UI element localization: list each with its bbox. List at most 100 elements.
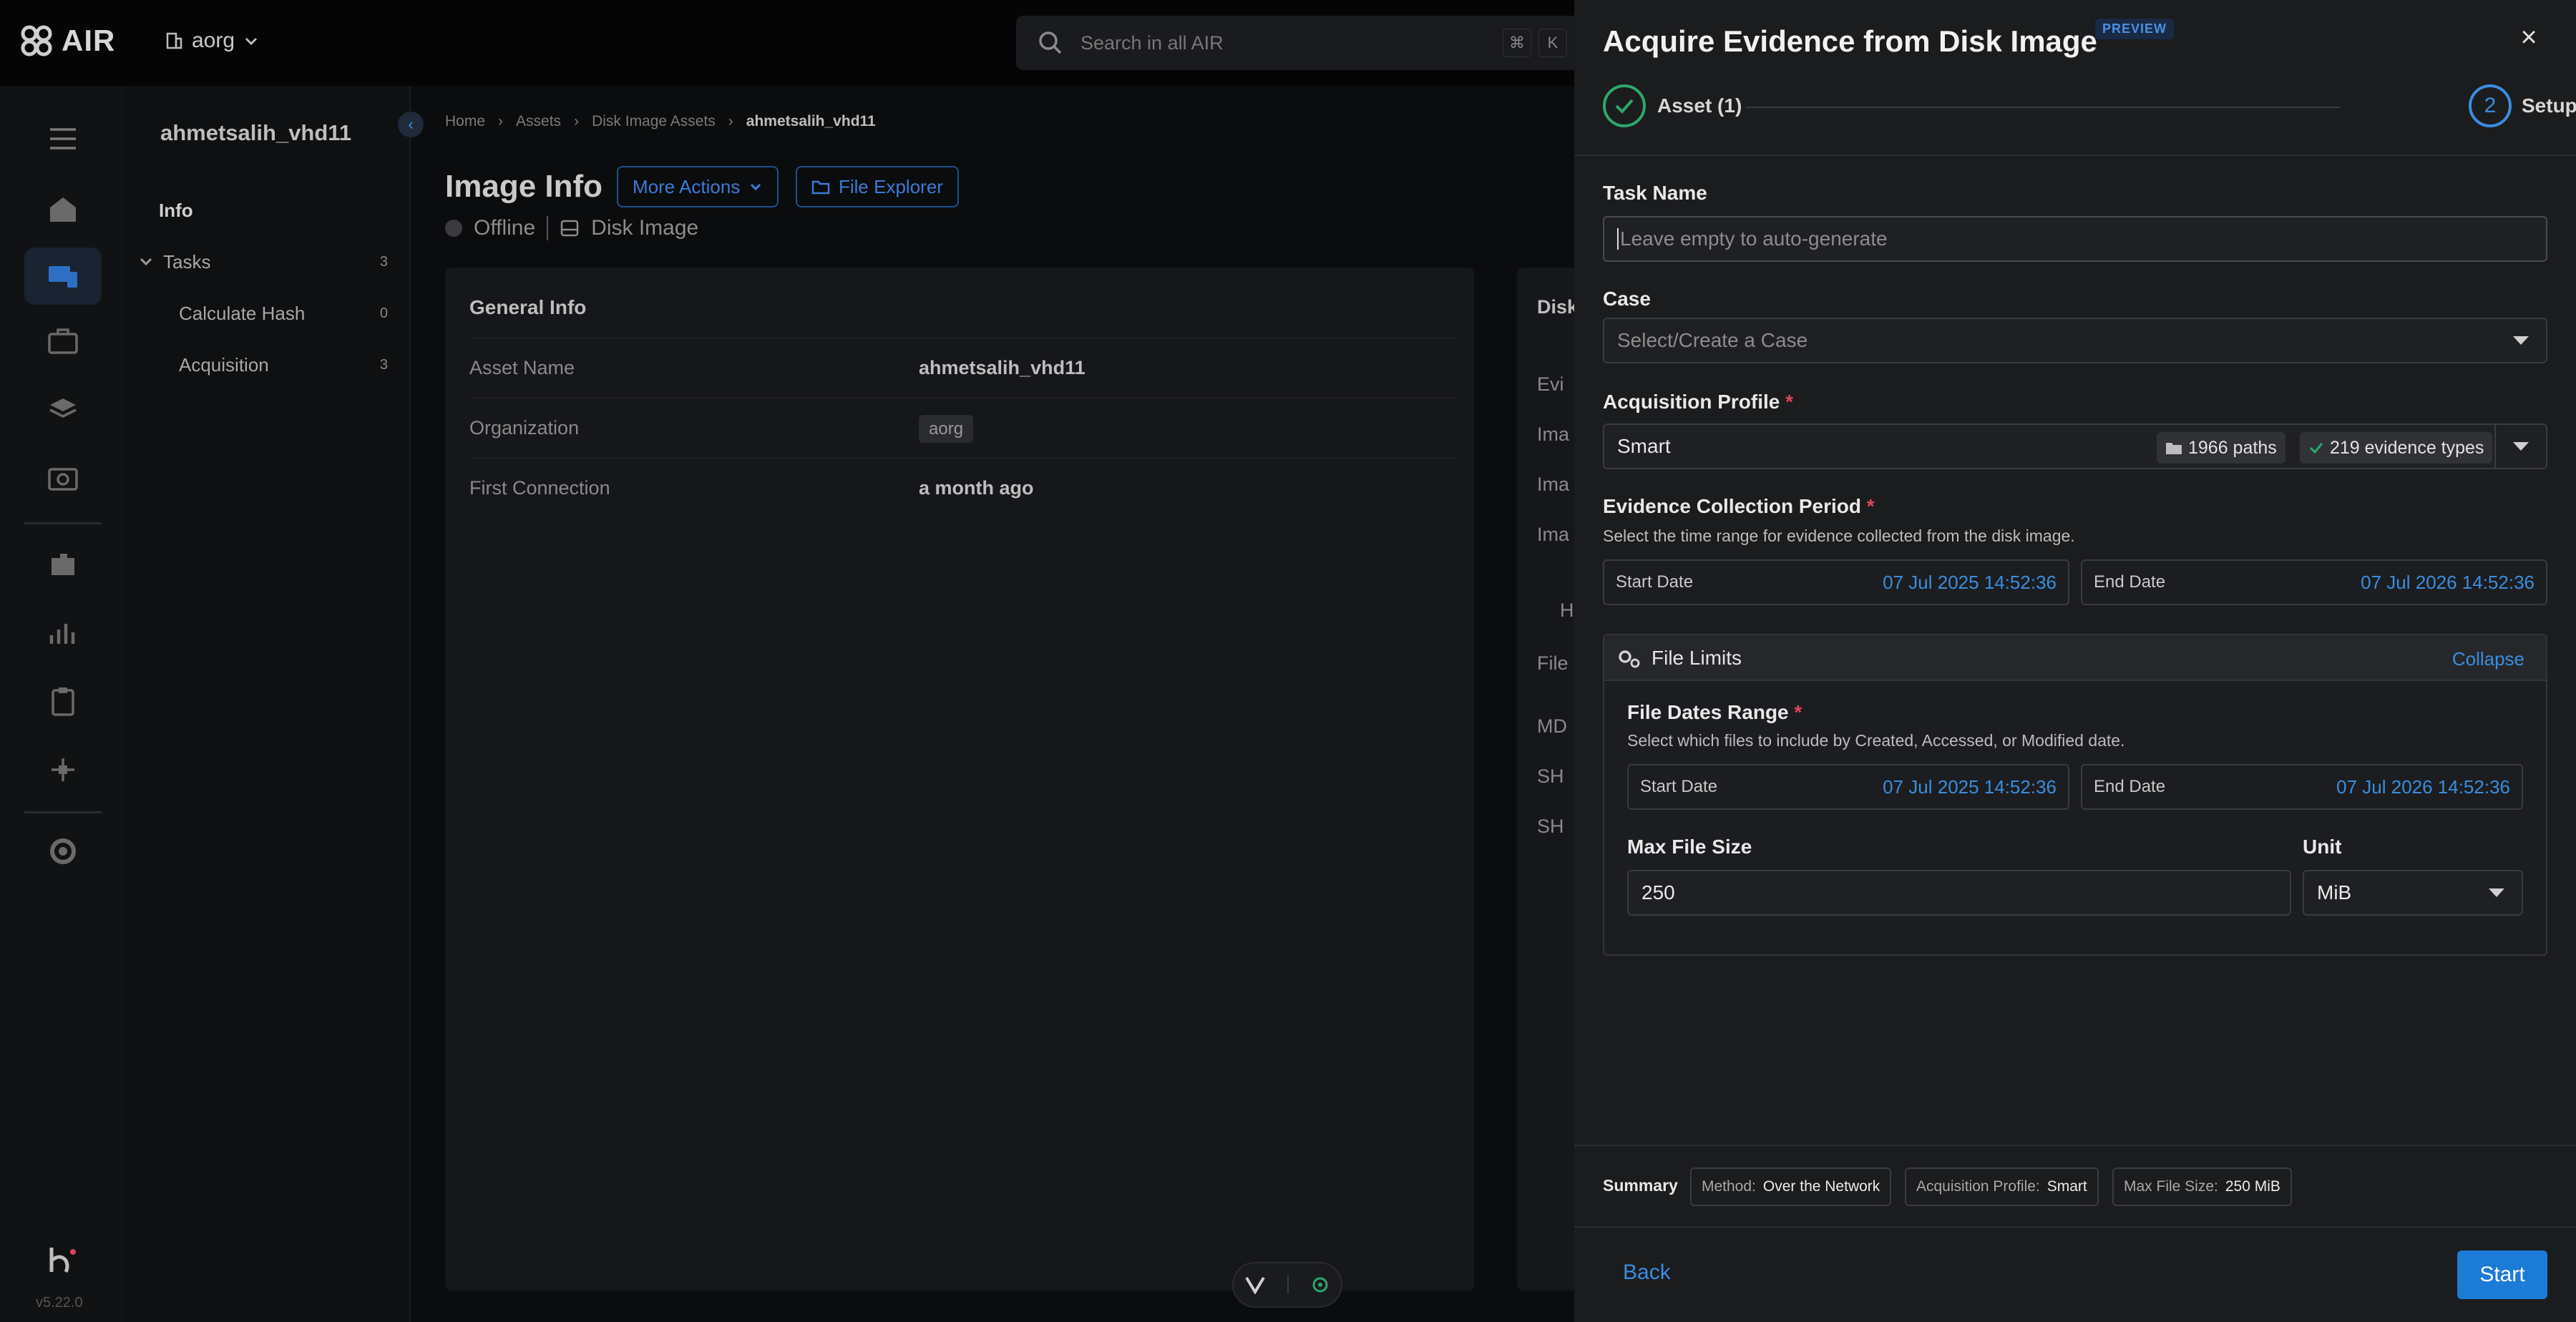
file-explorer-button[interactable]: File Explorer [796, 166, 959, 207]
task-name-label: Task Name [1603, 182, 1707, 204]
sidebar-item-info[interactable]: Info [126, 189, 411, 232]
drawer-title: Acquire Evidence from Disk Image [1603, 24, 2097, 58]
summary-key: Method: [1702, 1178, 1756, 1195]
kbd-k: K [1538, 29, 1567, 57]
required-marker: * [1794, 701, 1802, 723]
summary-chip-method: Method: Over the Network [1690, 1167, 1892, 1206]
caret-down-icon [2513, 442, 2529, 451]
sidebar-item-acquisition[interactable]: Acquisition 3 [126, 343, 411, 386]
period-start-date[interactable]: Start Date 07 Jul 2025 14:52:36 [1603, 559, 2069, 605]
menu-icon[interactable] [42, 117, 84, 160]
max-file-size-input[interactable]: 250 [1627, 870, 2291, 916]
briefcase-icon[interactable] [42, 319, 84, 362]
settings-icon[interactable] [42, 830, 84, 873]
v-logo-icon[interactable] [1244, 1276, 1266, 1294]
target-icon[interactable] [1310, 1275, 1330, 1295]
chevron-down-icon [245, 37, 258, 46]
summary-value: Smart [2046, 1178, 2087, 1195]
step-asset-label[interactable]: Asset (1) [1657, 94, 1742, 117]
step-complete-icon [1603, 84, 1646, 127]
period-help: Select the time range for evidence colle… [1603, 527, 2075, 545]
calculate-hash-count: 0 [379, 305, 388, 321]
air-logo-icon [21, 25, 52, 57]
required-marker: * [1785, 391, 1794, 413]
asset-title: ahmetsalih_vhd11 [160, 120, 352, 145]
back-button[interactable]: Back [1623, 1260, 1671, 1285]
sidebar-item-label: Info [159, 199, 193, 221]
folder-icon [811, 180, 830, 195]
sidebar-item-calculate-hash[interactable]: Calculate Hash 0 [126, 292, 411, 335]
text-cursor [1617, 228, 1619, 250]
acquisition-profile-select[interactable]: Smart 1966 paths 219 evidence types [1603, 423, 2547, 469]
end-date-label: End Date [2094, 572, 2166, 592]
tasks-count: 3 [379, 253, 388, 270]
breadcrumb-disk-image-assets[interactable]: Disk Image Assets [592, 113, 716, 130]
icon-rail: v5.22.0 [0, 86, 126, 1322]
check-icon [2309, 443, 2323, 454]
period-label: Evidence Collection Period * [1603, 495, 1875, 518]
end-date-label: End Date [2094, 777, 2166, 796]
sidebar-item-tasks[interactable]: Tasks 3 [126, 240, 411, 283]
home-icon[interactable] [42, 187, 84, 230]
search-placeholder: Search in all AIR [1080, 31, 1224, 54]
preview-badge: PREVIEW [2095, 19, 2175, 39]
summary-bar: Summary Method: Over the Network Acquisi… [1574, 1145, 2576, 1228]
close-icon[interactable]: × [2513, 21, 2545, 53]
status-text: Offline [474, 216, 536, 240]
summary-label: Summary [1603, 1176, 1678, 1195]
summary-key: Max File Size: [2124, 1178, 2218, 1195]
task-name-input[interactable]: Leave empty to auto-generate [1603, 216, 2547, 262]
breadcrumb-home[interactable]: Home [445, 113, 485, 130]
sidebar-item-label: Calculate Hash [179, 302, 306, 324]
hierarchy-icon[interactable] [42, 748, 84, 791]
period-end-date[interactable]: End Date 07 Jul 2026 14:52:36 [2081, 559, 2547, 605]
summary-chip-max-size: Max File Size: 250 MiB [2112, 1167, 2292, 1206]
folder-icon [2166, 443, 2182, 454]
separator [547, 216, 549, 240]
file-limits-panel: File Limits Collapse File Dates Range * … [1603, 634, 2547, 956]
building-icon [166, 32, 182, 49]
app-root: AIR aorg Search in all AIR ⌘ K v5.22.0 a… [0, 0, 2576, 1322]
info-key: First Connection [469, 477, 610, 499]
org-name: aorg [192, 29, 235, 52]
collapse-link[interactable]: Collapse [2452, 648, 2524, 670]
org-tag[interactable]: aorg [919, 415, 974, 443]
separator [2494, 425, 2496, 468]
plugin-icon[interactable] [42, 542, 84, 585]
breadcrumb-current: ahmetsalih_vhd11 [746, 113, 876, 129]
reports-icon[interactable] [42, 611, 84, 654]
file-end-date[interactable]: End Date 07 Jul 2026 14:52:36 [2081, 764, 2523, 810]
disk-line: File [1537, 652, 1568, 674]
disk-line: SH [1537, 816, 1564, 837]
app-logo[interactable]: AIR [19, 23, 115, 59]
start-date-value: 07 Jul 2025 14:52:36 [1883, 775, 2057, 798]
max-file-size-value: 250 [1641, 881, 1675, 904]
assets-icon[interactable] [24, 248, 102, 305]
start-date-label: Start Date [1640, 777, 1718, 796]
range-help: Select which files to include by Created… [1627, 731, 2125, 750]
clipboard-icon[interactable] [42, 680, 84, 723]
caret-down-icon [2513, 336, 2529, 345]
period-label-text: Evidence Collection Period [1603, 495, 1861, 517]
evidence-chip: 219 evidence types [2300, 432, 2493, 464]
breadcrumb-assets[interactable]: Assets [516, 113, 561, 130]
layers-icon[interactable] [42, 388, 84, 431]
file-limits-header[interactable]: File Limits Collapse [1604, 635, 2546, 681]
investigation-icon[interactable] [42, 456, 84, 499]
step-setup-label[interactable]: Setup [2522, 94, 2576, 117]
unit-select[interactable]: MiB [2303, 870, 2523, 916]
disk-line: Evi [1537, 373, 1564, 395]
more-actions-button[interactable]: More Actions [617, 166, 779, 207]
global-search[interactable]: Search in all AIR ⌘ K [1016, 16, 1589, 70]
start-button[interactable]: Start [2457, 1250, 2547, 1299]
case-select[interactable]: Select/Create a Case [1603, 318, 2547, 363]
file-start-date[interactable]: Start Date 07 Jul 2025 14:52:36 [1627, 764, 2069, 810]
asset-status-row: Offline Disk Image [445, 216, 698, 240]
sidebar-item-label: Acquisition [179, 353, 269, 376]
file-explorer-label: File Explorer [839, 175, 943, 197]
page-title: Image Info [445, 169, 603, 204]
org-selector[interactable]: aorg [165, 29, 259, 53]
collapse-sidebar-button[interactable]: ‹ [398, 112, 424, 137]
info-row: Asset Name ahmetsalih_vhd11 [469, 338, 1457, 398]
offline-dot-icon [445, 220, 462, 237]
